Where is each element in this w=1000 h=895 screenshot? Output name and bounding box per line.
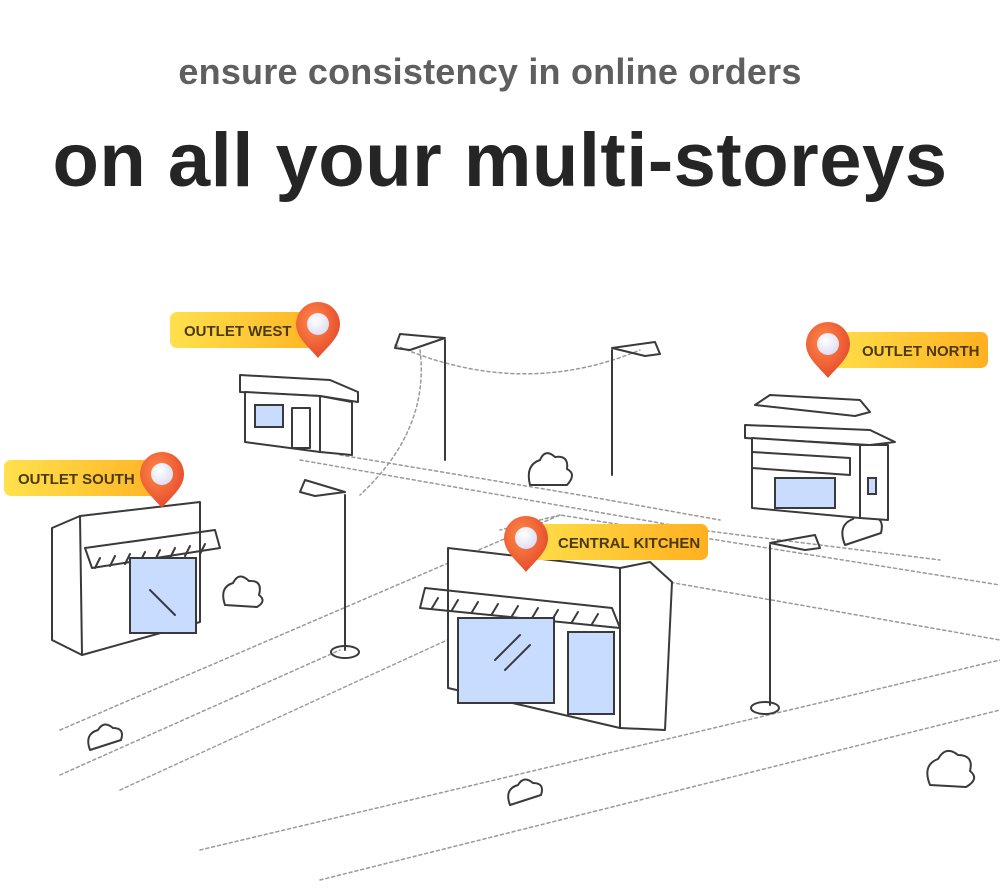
street-lamp-icon xyxy=(611,341,661,476)
location-label-text: OUTLET WEST xyxy=(184,323,292,340)
headline-section: ensure consistency in online orders on a… xyxy=(0,0,1000,230)
store-icon xyxy=(239,374,359,456)
location-label-text: OUTLET NORTH xyxy=(862,343,980,360)
page-subtitle: ensure consistency in online orders xyxy=(178,51,802,92)
location-label-text: OUTLET SOUTH xyxy=(18,471,135,488)
street-lamp-icon xyxy=(750,534,821,715)
bush-icon xyxy=(222,575,264,608)
store-icon xyxy=(419,547,673,731)
bush-icon xyxy=(926,749,976,788)
bush-icon xyxy=(527,452,573,486)
location-pin-icon xyxy=(296,302,340,358)
bush-icon xyxy=(507,778,543,806)
outlet-map-illustration: OUTLET WEST OUTLET NORTH OUTLET SOUTH CE… xyxy=(4,302,1000,881)
store-icon xyxy=(51,501,221,656)
location-pin-icon xyxy=(140,452,184,508)
store-icon xyxy=(744,394,896,521)
location-label-outlet-west[interactable]: OUTLET WEST xyxy=(170,302,340,358)
power-lines xyxy=(359,344,641,496)
location-label-outlet-north[interactable]: OUTLET NORTH xyxy=(806,322,988,378)
location-pin-icon xyxy=(806,322,850,378)
page-title: on all your multi-storeys xyxy=(52,118,948,203)
bush-icon xyxy=(87,723,123,751)
location-label-outlet-south[interactable]: OUTLET SOUTH xyxy=(4,452,184,508)
street-lamp-icon xyxy=(299,479,360,659)
location-label-text: CENTRAL KITCHEN xyxy=(558,535,700,552)
